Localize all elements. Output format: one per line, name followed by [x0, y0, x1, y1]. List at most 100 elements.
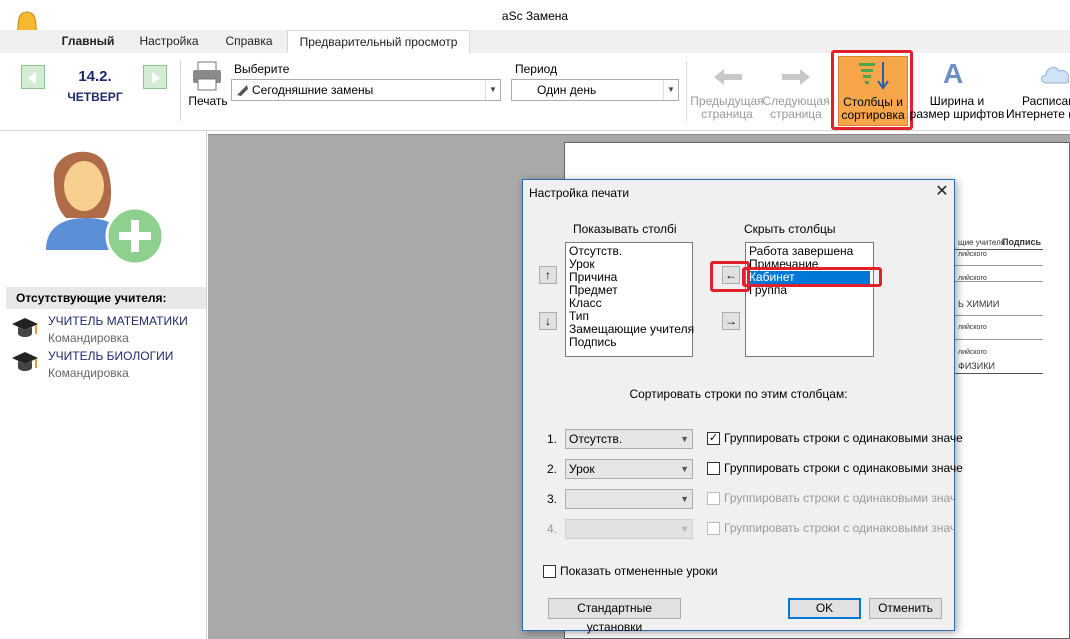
- sort-select-1[interactable]: Отсутств. ▼: [565, 429, 693, 449]
- next-day-button[interactable]: [143, 65, 167, 89]
- separator: [686, 61, 687, 121]
- chevron-down-icon: ▼: [680, 524, 689, 534]
- prev-day-button[interactable]: [21, 65, 45, 89]
- move-right-button[interactable]: →: [722, 312, 740, 330]
- sort-num: 4.: [547, 522, 558, 536]
- sort-select-2[interactable]: Урок ▼: [565, 459, 693, 479]
- paper-row: ФИЗИКИ: [958, 361, 995, 371]
- show-cancelled-label: Показать отмененные уроки: [560, 564, 718, 578]
- cloud-icon: [1041, 67, 1069, 84]
- printer-icon[interactable]: [191, 60, 223, 92]
- dialog-title: Настройка печати: [529, 186, 630, 200]
- report-select[interactable]: Сегодняшние замены ▼: [231, 79, 501, 101]
- paper-line: [955, 315, 1043, 316]
- group-checkbox-3[interactable]: [707, 492, 720, 505]
- chevron-down-icon: ▼: [680, 494, 689, 504]
- tab-settings[interactable]: Настройка: [132, 30, 206, 53]
- print-settings-dialog: Настройка печати ✕ Показывать столбі Скр…: [522, 179, 963, 634]
- show-columns-list[interactable]: Отсутств. Урок Причина Предмет Класс Тип…: [565, 242, 694, 357]
- list-item[interactable]: Подпись: [569, 336, 689, 349]
- chevron-down-icon: ▼: [680, 434, 689, 444]
- prev-page-label-2: страница: [701, 107, 753, 121]
- move-up-button[interactable]: ↑: [539, 266, 557, 284]
- next-page-arrow-icon: [782, 69, 810, 85]
- tab-main[interactable]: Главный: [52, 30, 124, 53]
- report-select-value: Сегодняшние замены: [252, 83, 374, 97]
- add-teacher-avatar-icon[interactable]: [36, 140, 166, 265]
- period-select[interactable]: Один день ▼: [511, 79, 679, 101]
- arrow-left-icon: [28, 72, 36, 84]
- schedule-web-button[interactable]: Расписан Интернете (: [1006, 95, 1070, 121]
- arrow-right-icon: [152, 72, 160, 84]
- teacher-reason: Командировка: [48, 331, 129, 345]
- graduation-cap-icon: [12, 318, 38, 337]
- defaults-button[interactable]: Стандартные установки: [548, 598, 681, 634]
- group-checkbox-label: Группировать строки с одинаковыми значен…: [724, 521, 954, 535]
- report-icon: [237, 85, 248, 96]
- font-a-icon: A: [943, 58, 964, 89]
- group-checkbox-2[interactable]: [707, 462, 720, 475]
- ok-button[interactable]: OK: [788, 598, 861, 619]
- absent-teachers-header: Отсутствующие учителя:: [6, 287, 206, 309]
- window-title: aSc Замена: [501, 9, 569, 23]
- period-select-value: Один день: [537, 83, 597, 97]
- schedule-web-label-2: Интернете (: [1006, 107, 1070, 121]
- hide-columns-label: Скрыть столбцы: [744, 222, 836, 236]
- sort-select-4[interactable]: ▼: [565, 519, 693, 539]
- graduation-cap-icon: [12, 352, 38, 371]
- paper-line: [955, 249, 1043, 250]
- paper-line: [955, 281, 1043, 282]
- paper-row: лийского: [958, 349, 987, 356]
- paper-col-sign: Подпись: [1002, 237, 1042, 247]
- separator: [180, 61, 181, 121]
- sort-select-3[interactable]: ▼: [565, 489, 693, 509]
- sort-num: 1.: [547, 432, 558, 446]
- sort-select-value: Урок: [569, 462, 595, 476]
- close-icon[interactable]: ✕: [931, 182, 953, 202]
- title-bar: aSc Замена: [0, 0, 1070, 40]
- weekday-label: ЧЕТВЕРГ: [67, 90, 123, 104]
- font-size-label-2: размер шрифтов: [909, 107, 1005, 121]
- prev-page-button[interactable]: Предыдущая страница: [690, 95, 764, 121]
- group-checkbox-1[interactable]: ✓: [707, 432, 720, 445]
- paper-line: [955, 373, 1043, 374]
- highlight-box: [742, 267, 882, 287]
- hide-columns-list[interactable]: Работа завершена Примечание Кабинет Груп…: [745, 242, 874, 357]
- sort-num: 3.: [547, 492, 558, 506]
- teacher-name[interactable]: УЧИТЕЛЬ МАТЕМАТИКИ: [48, 314, 188, 328]
- group-checkbox-4[interactable]: [707, 522, 720, 535]
- paper-col-teacher: щие учителя: [958, 238, 1006, 247]
- sort-select-value: Отсутств.: [569, 432, 623, 446]
- tab-help[interactable]: Справка: [214, 30, 284, 53]
- show-cancelled-checkbox[interactable]: [543, 565, 556, 578]
- ribbon: 14.2. ЧЕТВЕРГ Печать Выберите Сегодняшни…: [0, 50, 1070, 131]
- next-page-label-2: страница: [770, 107, 822, 121]
- move-down-button[interactable]: ↓: [539, 312, 557, 330]
- cancel-button[interactable]: Отменить: [869, 598, 942, 619]
- next-page-button[interactable]: Следующая страница: [762, 95, 830, 121]
- show-columns-label: Показывать столбі: [573, 222, 677, 236]
- chevron-down-icon: ▼: [680, 464, 689, 474]
- teacher-reason: Командировка: [48, 366, 129, 380]
- sort-label: Сортировать строки по этим столбцам:: [629, 387, 848, 401]
- select-label: Выберите: [234, 62, 290, 76]
- group-checkbox-label: Группировать строки с одинаковыми значе: [724, 461, 963, 475]
- date-label: 14.2.: [78, 68, 112, 85]
- highlight-box: [831, 50, 913, 130]
- paper-row: лийского: [958, 251, 987, 258]
- sort-num: 2.: [547, 462, 558, 476]
- prev-page-arrow-icon: [714, 69, 742, 85]
- paper-line: [955, 265, 1043, 266]
- paper-row: Ь ХИМИИ: [958, 299, 1000, 309]
- chevron-down-icon: ▼: [485, 80, 500, 100]
- paper-line: [955, 339, 1043, 340]
- chevron-down-icon: ▼: [663, 80, 678, 100]
- period-label: Период: [515, 62, 558, 76]
- print-button[interactable]: Печать: [185, 95, 231, 108]
- tab-preview[interactable]: Предварительный просмотр: [287, 30, 470, 53]
- group-checkbox-label: Группировать строки с одинаковыми значе: [724, 431, 963, 445]
- font-size-button[interactable]: Ширина и размер шрифтов: [908, 95, 1006, 121]
- group-checkbox-label: Группировать строки с одинаковыми значен…: [724, 491, 954, 505]
- teacher-name[interactable]: УЧИТЕЛЬ БИОЛОГИИ: [48, 349, 173, 363]
- paper-row: лийского: [958, 324, 987, 331]
